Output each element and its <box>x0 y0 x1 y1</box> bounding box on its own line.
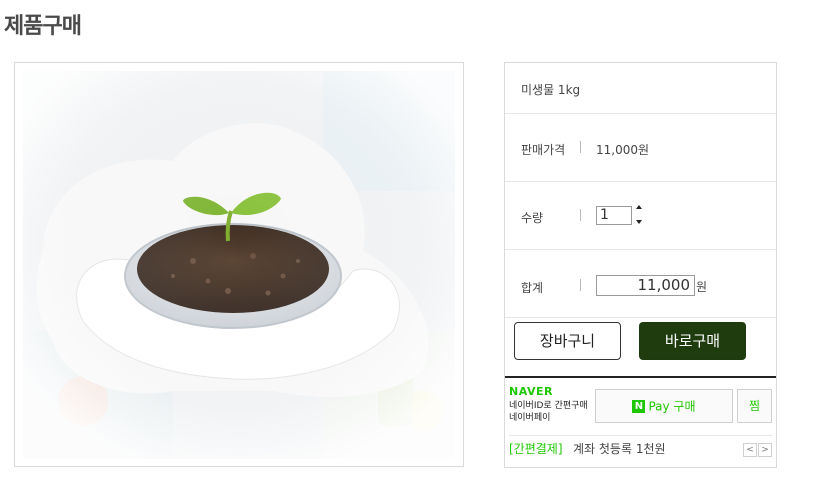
total-label: 합계 <box>521 281 544 295</box>
product-image <box>23 71 455 459</box>
quantity-input[interactable]: 1 <box>596 206 632 225</box>
page-title: 제품구매 <box>4 14 82 39</box>
divider <box>505 181 776 182</box>
separator <box>580 141 581 153</box>
separator <box>580 209 581 221</box>
naver-pay-n-icon: N <box>632 400 646 413</box>
price-label: 판매가격 <box>521 143 566 157</box>
promo-tag: [간편결제] <box>509 442 563 456</box>
naver-desc-line: 네이버페이 <box>509 413 551 423</box>
promo-text: 계좌 첫등록 1천원 <box>573 442 666 456</box>
total-field: 11,000 <box>596 275 695 296</box>
purchase-panel: 미생물 1kg 판매가격 11,000원 수량 1 합계 11,000 원 장바… <box>504 62 777 468</box>
divider <box>505 113 776 114</box>
price-value: 11,000원 <box>596 143 650 157</box>
spin-up-icon[interactable] <box>634 203 644 212</box>
buy-now-button[interactable]: 바로구매 <box>639 322 746 360</box>
arrow-left-icon[interactable]: < <box>743 443 757 457</box>
wishlist-button[interactable]: 찜 <box>737 389 772 423</box>
naver-desc-line: 네이버ID로 간편구매 <box>509 401 588 411</box>
spin-down-icon[interactable] <box>634 217 644 226</box>
arrow-right-icon[interactable]: > <box>758 443 772 457</box>
naver-pay-button[interactable]: N Pay 구매 <box>595 389 733 423</box>
separator <box>580 279 581 291</box>
divider <box>505 376 776 378</box>
divider <box>505 249 776 250</box>
divider <box>509 435 772 436</box>
divider <box>505 317 776 318</box>
add-to-cart-button[interactable]: 장바구니 <box>514 322 621 360</box>
naver-pay-label: Pay 구매 <box>648 399 696 414</box>
product-name: 미생물 1kg <box>521 83 581 97</box>
quantity-label: 수량 <box>521 211 544 225</box>
total-currency: 원 <box>696 280 708 294</box>
naver-description: 네이버ID로 간편구매 네이버페이 <box>509 400 595 424</box>
naver-logo: NAVER <box>509 385 553 398</box>
product-image-frame <box>14 62 464 467</box>
